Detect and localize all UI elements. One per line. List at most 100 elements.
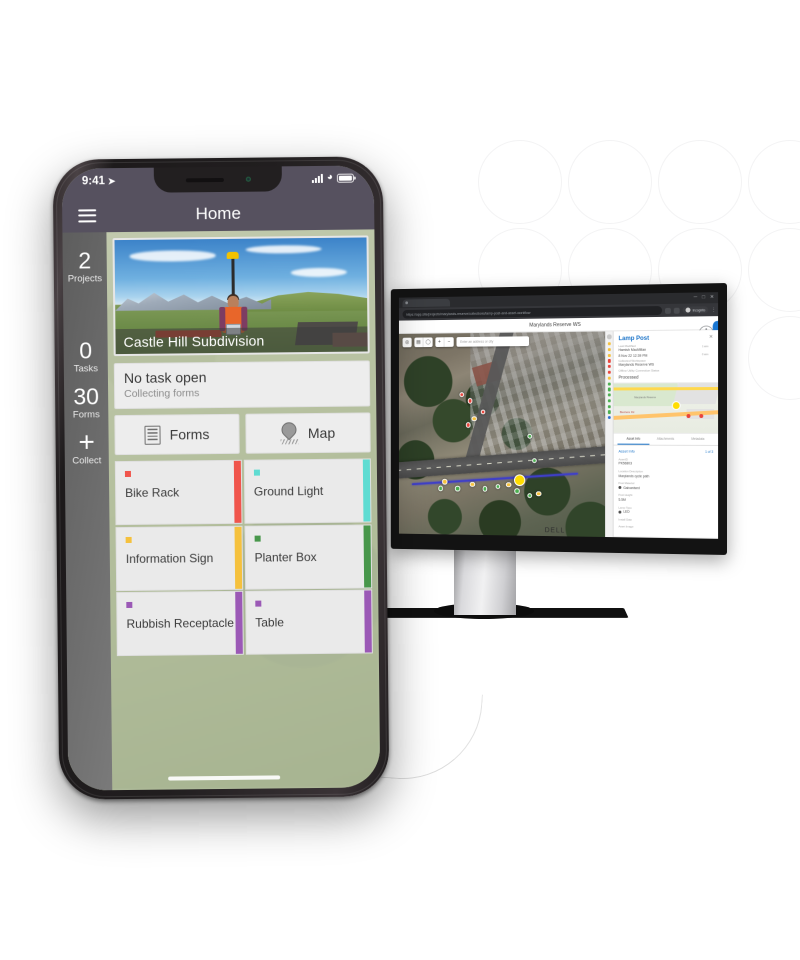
project-card[interactable]: Castle Hill Subdivision (112, 235, 370, 357)
tab-metadata[interactable]: Metadata (682, 433, 714, 444)
map-marker[interactable] (514, 488, 520, 494)
select-tool-icon[interactable]: ◎ (403, 338, 412, 348)
window-controls: ─ □ ✕ (694, 294, 714, 301)
profile-chip[interactable]: Incognito (682, 306, 709, 314)
projects-count: 2 (78, 247, 92, 274)
projects-label: Projects (67, 273, 103, 285)
tasks-count: 0 (79, 337, 93, 364)
map-legend-rail[interactable] (604, 331, 613, 539)
selected-map-marker[interactable] (513, 474, 525, 487)
legend-swatch (607, 353, 611, 357)
smartphone: 9:41 ➤ ◕ Home 2 Projects 0 Tasks 30 Form… (52, 156, 390, 800)
selected-asset-pin[interactable] (671, 400, 681, 410)
map-marker[interactable] (505, 481, 512, 488)
panel-header: Lamp Post Last Modified Hamish MacMillan… (614, 330, 718, 382)
cloud (245, 244, 322, 254)
browser-tab[interactable] (402, 298, 451, 307)
form-color-stripe (364, 590, 372, 653)
help-icon[interactable]: ⓘ (698, 320, 714, 343)
layers-tool-icon[interactable]: ▤ (414, 337, 424, 348)
bookmark-icon[interactable] (665, 307, 671, 314)
field-asset-id: AssetID PK56803 (618, 457, 713, 466)
mini-street-map[interactable]: Marylands Reserve Blenheim Rd (613, 381, 719, 434)
form-tile[interactable]: Planter Box (244, 523, 373, 590)
status-time-group: 9:41 ➤ (82, 175, 116, 187)
account-icon[interactable]: 👤 (708, 320, 718, 339)
form-tile-label: Ground Light (253, 483, 324, 499)
map-marker[interactable] (465, 422, 471, 428)
tab-asset-info[interactable]: Asset Info (617, 433, 650, 445)
attachment-count: 0 atm (702, 353, 709, 357)
minimize-button[interactable]: ─ (694, 295, 697, 301)
form-tile[interactable]: Information Sign (115, 525, 244, 591)
meta-value: Marylands Reserve WS (618, 362, 655, 367)
map-marker[interactable] (482, 486, 488, 492)
phone-notch (153, 166, 283, 193)
action-button-row: Forms Map (114, 412, 371, 456)
map-marker[interactable] (438, 485, 444, 492)
photo-attachment-icon[interactable]: 1 atm (702, 344, 708, 348)
panel-content: Asset Info 1 of 3 AssetID PK56803 Locati… (614, 445, 718, 538)
map-marker[interactable] (442, 479, 448, 485)
forms-label: Forms (72, 409, 100, 421)
sidebar-item-collect[interactable]: + Collect (72, 427, 101, 467)
form-color-stripe (363, 524, 372, 588)
sidebar-item-forms[interactable]: 30 Forms (72, 384, 100, 421)
form-tile-grid: Bike Rack Ground Light Information Sign Pla… (114, 458, 373, 657)
close-icon[interactable]: ✕ (709, 334, 713, 340)
map-marker[interactable] (527, 493, 533, 499)
panel-tabs: Asset Info Attachments Metadata (613, 433, 719, 446)
map-marker[interactable] (535, 491, 542, 497)
zoom-in-icon[interactable]: + (435, 337, 445, 347)
tab-attachments[interactable]: Attachments (649, 433, 681, 444)
zoom-out-icon[interactable]: − (445, 337, 454, 347)
monitor-screen: ─ □ ✕ https://app.site/projects/maryland… (398, 292, 719, 539)
forms-button[interactable]: Forms (114, 413, 240, 456)
map-view[interactable]: ◎ ▤ ◯ + − Enter an address or city (398, 331, 613, 539)
map-button[interactable]: Map (245, 412, 371, 454)
file-attachment-icon[interactable]: 0 atm (702, 352, 708, 356)
decor-circle (658, 140, 742, 224)
settings-gear-icon[interactable] (607, 334, 612, 339)
radio-dot-icon (618, 486, 622, 490)
sidebar-item-tasks[interactable]: 0 Tasks (73, 337, 98, 374)
form-tile-label: Information Sign (125, 550, 214, 566)
form-color-dot (125, 536, 132, 543)
task-title: No task open (123, 369, 207, 387)
measure-tool-icon[interactable]: ◯ (423, 337, 432, 347)
map-marker[interactable] (469, 481, 475, 487)
radio-option[interactable]: Galvanised (618, 486, 713, 491)
map-marker[interactable] (471, 415, 477, 422)
task-subtitle: Collecting forms (124, 387, 200, 401)
maximize-button[interactable]: □ (702, 294, 705, 300)
field-value: LED (623, 510, 630, 515)
form-color-stripe (362, 459, 371, 522)
map-marker[interactable] (531, 457, 537, 464)
form-color-dot (253, 469, 260, 476)
locate-me-icon[interactable] (607, 416, 611, 420)
cellular-signal-icon (311, 173, 323, 183)
phone-content: 2 Projects 0 Tasks 30 Forms + Collect Ca… (62, 229, 381, 791)
form-tile[interactable]: Ground Light (243, 458, 372, 524)
form-tile[interactable]: Rubbish Receptacle (116, 590, 245, 657)
map-marker[interactable] (495, 484, 501, 490)
radio-option[interactable]: LED (618, 510, 713, 515)
map-marker[interactable] (480, 409, 486, 415)
form-tile[interactable]: Bike Rack (114, 459, 243, 526)
field-label: Install Date (618, 517, 632, 522)
map-zoom-group: + − (435, 337, 454, 347)
extension-icon[interactable] (673, 307, 680, 314)
radio-dot-icon (618, 510, 622, 514)
close-button[interactable]: ✕ (710, 294, 714, 300)
map-marker[interactable] (459, 391, 465, 398)
map-marker[interactable] (467, 398, 473, 404)
form-tile[interactable]: Table (244, 589, 373, 655)
decor-circle (568, 140, 652, 224)
status-badge: Processed (618, 374, 639, 380)
overflow-menu-icon[interactable]: ⋮ (711, 307, 716, 313)
map-search-input[interactable]: Enter an address or city (456, 336, 530, 347)
task-card[interactable]: No task open Collecting forms (113, 360, 371, 410)
sidebar-item-projects[interactable]: 2 Projects (67, 247, 103, 285)
map-marker[interactable] (527, 433, 533, 439)
map-marker[interactable] (454, 485, 461, 492)
